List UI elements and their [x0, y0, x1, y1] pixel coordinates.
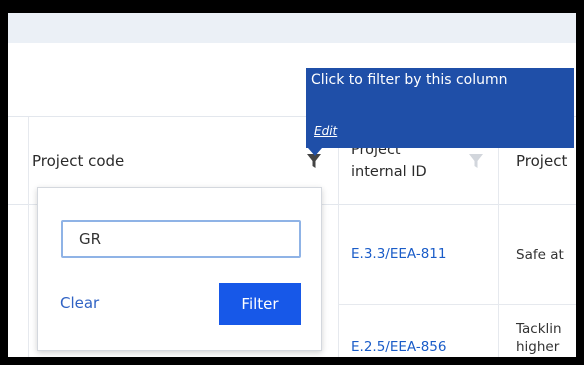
- filter-icon[interactable]: [468, 153, 484, 169]
- tooltip: Click to filter by this column Edit: [306, 68, 574, 148]
- clear-link[interactable]: Clear: [60, 294, 99, 312]
- tooltip-arrow: [308, 148, 322, 156]
- app-frame: Project code Project internal ID Project…: [8, 13, 576, 357]
- tooltip-text: Click to filter by this column: [311, 72, 508, 88]
- column-separator: [338, 117, 339, 357]
- column-header-project-code[interactable]: Project code: [32, 150, 124, 172]
- column-separator: [28, 117, 29, 357]
- project-name-line: higher: [516, 339, 560, 355]
- internal-id-link[interactable]: E.3.3/EEA-811: [351, 246, 446, 262]
- project-name-cell: Tacklin higher: [516, 320, 562, 356]
- filter-popup: Clear Filter: [37, 187, 322, 351]
- header-line: internal ID: [351, 164, 427, 180]
- tooltip-edit-link[interactable]: Edit: [314, 124, 337, 138]
- project-name-cell: Safe at: [516, 247, 564, 263]
- internal-id-link[interactable]: E.2.5/EEA-856: [351, 339, 446, 355]
- project-name-line: Tacklin: [516, 321, 562, 337]
- column-separator: [498, 117, 499, 357]
- top-band: [8, 13, 576, 43]
- filter-input[interactable]: [61, 220, 301, 258]
- row-separator: [338, 304, 576, 305]
- column-header-project[interactable]: Project: [516, 150, 567, 172]
- filter-button[interactable]: Filter: [219, 283, 301, 325]
